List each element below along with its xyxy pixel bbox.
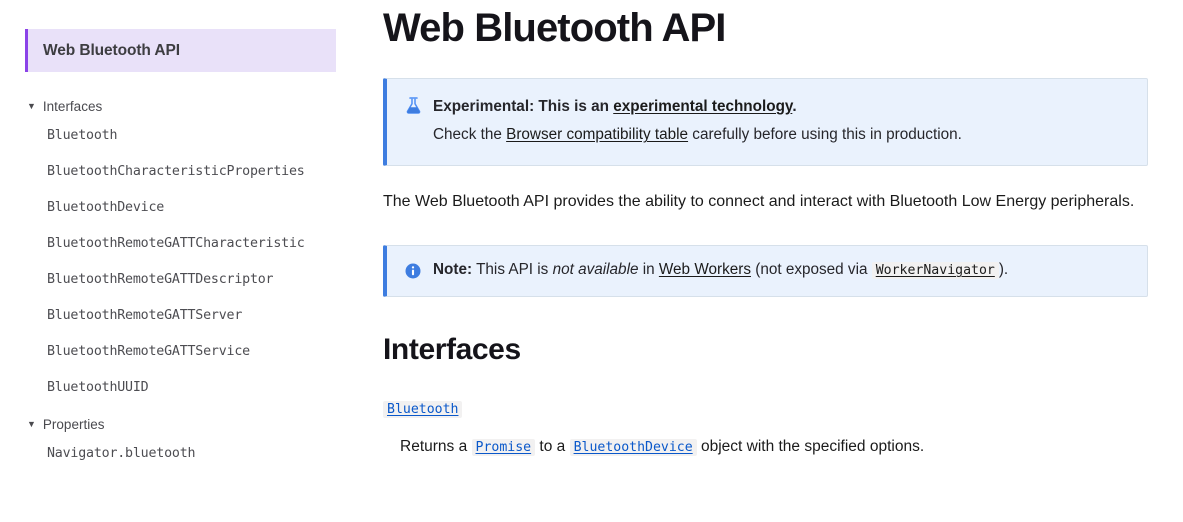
experimental-text: Experimental: This is an experimental te… <box>433 93 962 150</box>
workernavigator-code: WorkerNavigator <box>871 262 999 280</box>
note-emphasis: not available <box>552 261 639 279</box>
desc-text-c: object with the specified options. <box>696 438 925 456</box>
sidebar-item-bluetoothremotegattserver[interactable]: BluetoothRemoteGATTServer <box>0 297 360 333</box>
note-text-d: ). <box>998 261 1009 279</box>
documentation-page: Web Bluetooth API ▼ Interfaces Bluetooth… <box>0 0 1183 522</box>
sidebar-item-bluetoothremotegattcharacteristic[interactable]: BluetoothRemoteGATTCharacteristic <box>0 225 360 261</box>
sidebar: Web Bluetooth API ▼ Interfaces Bluetooth… <box>0 0 360 522</box>
sidebar-group-header-interfaces[interactable]: ▼ Interfaces <box>0 95 360 117</box>
desc-text-a: Returns a <box>400 438 472 456</box>
sidebar-group-label: Interfaces <box>42 98 103 114</box>
page-title: Web Bluetooth API <box>383 6 726 50</box>
sidebar-item-bluetoothcharacteristicproperties[interactable]: BluetoothCharacteristicProperties <box>0 153 360 189</box>
experimental-line2-suffix: carefully before using this in productio… <box>688 126 962 144</box>
interface-description: Returns a Promise to a BluetoothDevice o… <box>400 435 1148 458</box>
experimental-line-2: Check the Browser compatibility table ca… <box>433 121 962 149</box>
sidebar-group-header-properties[interactable]: ▼ Properties <box>0 413 360 435</box>
sidebar-group-spacer <box>0 405 360 413</box>
experimental-technology-link[interactable]: experimental technology <box>613 98 792 115</box>
desc-text-b: to a <box>535 438 570 456</box>
sidebar-group-properties: ▼ Properties Navigator.bluetooth <box>0 413 360 471</box>
sidebar-group-interfaces: ▼ Interfaces Bluetooth BluetoothCharacte… <box>0 95 360 405</box>
sidebar-item-navigator-bluetooth[interactable]: Navigator.bluetooth <box>0 435 360 471</box>
experimental-line1-suffix: . <box>792 98 797 115</box>
sidebar-item-bluetoothdevice[interactable]: BluetoothDevice <box>0 189 360 225</box>
experimental-line1-text: This is an <box>534 98 614 115</box>
sidebar-item-bluetoothuuid[interactable]: BluetoothUUID <box>0 369 360 405</box>
note-text-b: in <box>638 261 659 279</box>
interface-entry: Bluetooth Returns a Promise to a Bluetoo… <box>383 400 1148 458</box>
flask-icon <box>401 94 425 116</box>
chevron-down-icon[interactable]: ▼ <box>27 419 36 429</box>
chevron-down-icon[interactable]: ▼ <box>27 101 36 111</box>
experimental-callout: Experimental: This is an experimental te… <box>383 78 1148 166</box>
note-callout: Note: This API is not available in Web W… <box>383 245 1148 298</box>
note-label: Note: <box>433 261 473 279</box>
web-workers-link[interactable]: Web Workers <box>659 261 751 278</box>
sidebar-group-label: Properties <box>42 416 105 432</box>
experimental-line2-prefix: Check the <box>433 126 507 144</box>
info-icon <box>401 260 425 282</box>
main-content: Web Bluetooth API Experimental: This is … <box>360 0 1183 522</box>
note-text-a: This API is <box>472 261 553 279</box>
note-text-c: (not exposed via <box>750 261 872 279</box>
interface-link-bluetooth[interactable]: Bluetooth <box>383 401 463 419</box>
experimental-label: Experimental: <box>433 98 535 115</box>
sidebar-item-bluetoothremotegattdescriptor[interactable]: BluetoothRemoteGATTDescriptor <box>0 261 360 297</box>
bluetoothdevice-link[interactable]: BluetoothDevice <box>569 439 697 457</box>
sidebar-current-label: Web Bluetooth API <box>43 41 180 59</box>
intro-paragraph: The Web Bluetooth API provides the abili… <box>383 192 1135 210</box>
experimental-line-1: Experimental: This is an experimental te… <box>433 93 962 121</box>
sidebar-item-web-bluetooth-api[interactable]: Web Bluetooth API <box>25 29 336 72</box>
note-text: Note: This API is not available in Web W… <box>433 259 1008 280</box>
sidebar-item-bluetoothremotegattservice[interactable]: BluetoothRemoteGATTService <box>0 333 360 369</box>
sidebar-item-bluetooth[interactable]: Bluetooth <box>0 117 360 153</box>
sidebar-inner: Web Bluetooth API ▼ Interfaces Bluetooth… <box>0 0 360 471</box>
browser-compatibility-table-link[interactable]: Browser compatibility table <box>506 126 688 143</box>
section-heading-interfaces: Interfaces <box>383 333 521 367</box>
promise-link[interactable]: Promise <box>471 439 536 457</box>
